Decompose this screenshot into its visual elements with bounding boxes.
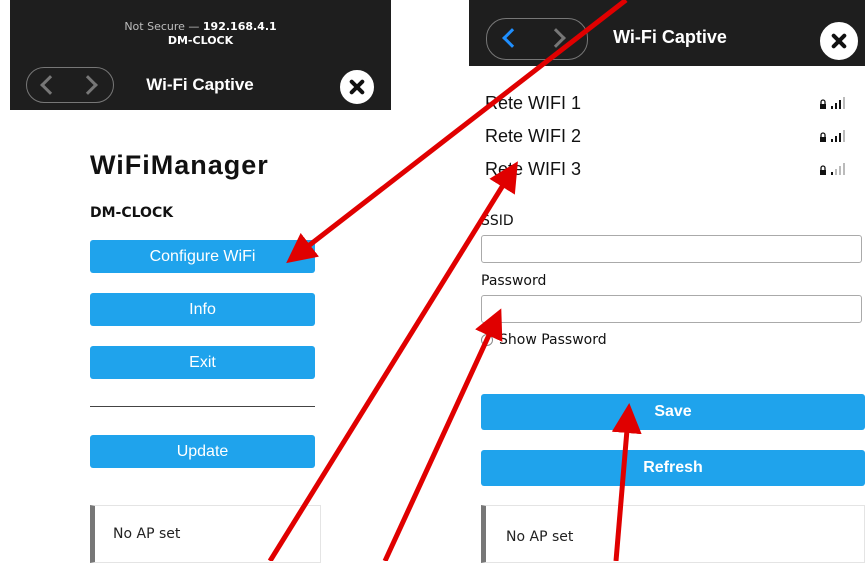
arrow-to-save-button <box>611 403 642 561</box>
annotation-arrows <box>267 0 642 561</box>
arrow-to-password-field <box>382 308 503 561</box>
arrow-to-configure-wifi <box>286 0 628 264</box>
